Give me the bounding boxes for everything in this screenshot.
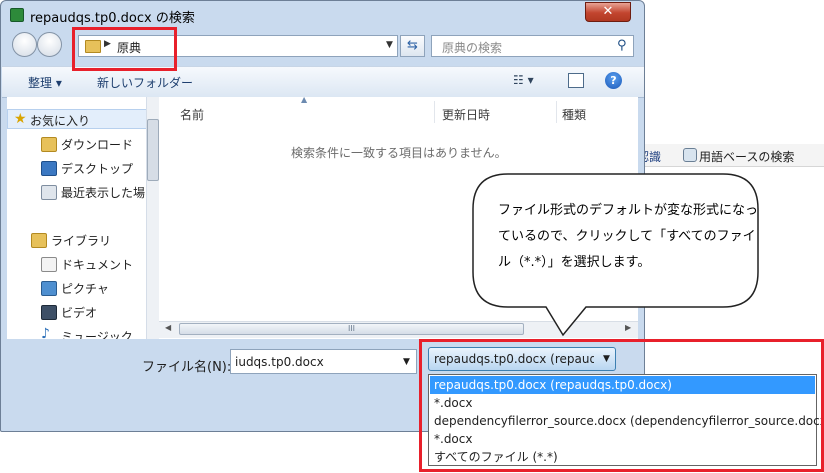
background-app-toolbar: 認識 用語ベースの検索	[637, 144, 824, 167]
sort-arrow-icon: ▲	[301, 95, 308, 104]
help-icon[interactable]: ?	[605, 72, 622, 89]
sidebar-item-music[interactable]: ♪ ミュージック	[7, 326, 152, 339]
recent-places-icon	[41, 185, 57, 200]
sidebar-item-label: ドキュメント	[61, 258, 134, 272]
sidebar-item-label: ライブラリ	[51, 234, 112, 248]
column-header-name[interactable]: 名前	[180, 106, 204, 123]
view-options-icon[interactable]: ☷ ▾	[513, 73, 534, 87]
sidebar-item-pictures[interactable]: ピクチャ	[7, 278, 152, 298]
filename-field[interactable]: iudqs.tp0.docx ▼	[230, 349, 417, 374]
search-placeholder: 原典の検索	[442, 41, 503, 55]
search-icon[interactable]: ⚲	[617, 38, 627, 53]
sidebar-item-label: ダウンロード	[61, 138, 134, 152]
sidebar-scroll-thumb[interactable]	[147, 119, 159, 181]
column-divider[interactable]	[556, 101, 557, 123]
close-button[interactable]: ✕	[585, 2, 631, 22]
title-bar[interactable]: repaudqs.tp0.docx の検索 ✕	[1, 1, 644, 29]
background-tab-termbase-search[interactable]: 用語ベースの検索	[699, 148, 794, 165]
pictures-icon	[41, 281, 57, 296]
filename-value: iudqs.tp0.docx	[235, 355, 324, 369]
chevron-down-icon[interactable]: ▼	[386, 40, 393, 50]
star-icon: ★	[14, 111, 27, 127]
window-title: repaudqs.tp0.docx の検索	[30, 11, 195, 26]
organize-button[interactable]: 整理 ▾	[28, 74, 62, 91]
termbase-icon	[683, 148, 697, 162]
sidebar-item-libraries[interactable]: ライブラリ	[7, 230, 152, 250]
sidebar-item-label: ビデオ	[61, 306, 98, 320]
callout-text: ファイル形式のデフォルトが変な形式になっているので、クリックして「すべてのファイ…	[498, 203, 759, 270]
chevron-down-icon[interactable]: ▼	[403, 357, 410, 367]
forward-button[interactable]	[37, 32, 62, 57]
sidebar-item-label: ピクチャ	[61, 282, 109, 296]
documents-icon	[41, 257, 57, 272]
search-input[interactable]: 原典の検索 ⚲	[431, 35, 634, 57]
column-header-modified[interactable]: 更新日時	[442, 106, 490, 123]
sidebar-item-favorites[interactable]: ★ お気に入り	[7, 109, 149, 129]
column-divider[interactable]	[434, 101, 435, 123]
downloads-icon	[41, 137, 57, 152]
sidebar-item-label: ミュージック	[61, 330, 133, 339]
sidebar-item-recent[interactable]: 最近表示した場	[7, 182, 152, 202]
empty-result-message: 検索条件に一致する項目はありません。	[291, 146, 507, 160]
sidebar-item-desktop[interactable]: デスクトップ	[7, 158, 152, 178]
videos-icon	[41, 305, 57, 320]
sidebar-item-documents[interactable]: ドキュメント	[7, 254, 152, 274]
address-highlight-box	[72, 27, 177, 71]
column-header-type[interactable]: 種類	[562, 106, 586, 123]
music-icon: ♪	[41, 326, 50, 339]
sidebar-item-label: 最近表示した場	[61, 186, 146, 200]
library-icon	[31, 233, 47, 248]
dropdown-highlight-box	[419, 339, 824, 472]
scroll-left-icon[interactable]: ◀	[165, 323, 171, 332]
sidebar-item-videos[interactable]: ビデオ	[7, 302, 152, 322]
navigation-pane: ★ お気に入り ダウンロード デスクトップ 最近表示した場 ライブラリ ドキュメ…	[7, 97, 159, 339]
sidebar-item-downloads[interactable]: ダウンロード	[7, 134, 152, 154]
desktop-icon	[41, 161, 57, 176]
refresh-button[interactable]: ⇆	[400, 35, 425, 57]
back-button[interactable]	[12, 32, 37, 57]
new-folder-button[interactable]: 新しいフォルダー	[97, 74, 193, 91]
sidebar-item-label: デスクトップ	[61, 162, 134, 176]
preview-pane-icon[interactable]	[568, 73, 584, 88]
app-icon	[10, 8, 24, 22]
sidebar-item-label: お気に入り	[30, 114, 91, 128]
filename-label: ファイル名(N):	[142, 360, 232, 375]
